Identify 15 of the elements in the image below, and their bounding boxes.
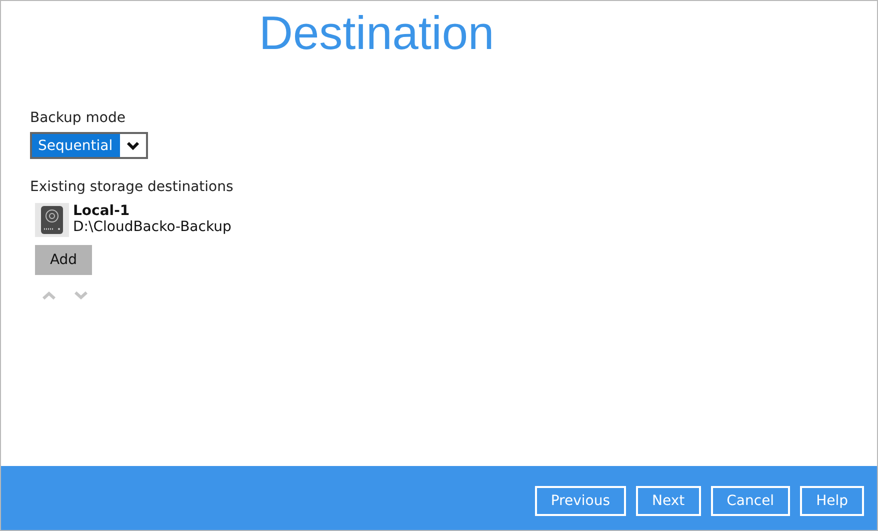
footer-button[interactable]: Next bbox=[636, 486, 701, 516]
field-label: Backup mode bbox=[30, 110, 126, 126]
hard-drive-icon bbox=[35, 203, 69, 237]
footer-button[interactable]: Previous bbox=[534, 486, 626, 516]
backup-mode-dropdown[interactable]: Sequential bbox=[30, 132, 148, 159]
destination-path: D:\CloudBacko-Backup bbox=[73, 219, 232, 235]
section-label: Existing storage destinations bbox=[30, 179, 234, 195]
page-title: Destination bbox=[259, 5, 494, 61]
chevron-down-icon bbox=[126, 140, 140, 150]
footer-button[interactable]: Help bbox=[800, 486, 864, 516]
destination-name: Local-1 bbox=[73, 203, 131, 219]
add-button[interactable]: Add bbox=[35, 245, 92, 275]
move-up-icon[interactable] bbox=[42, 291, 56, 300]
footer-button[interactable]: Cancel bbox=[710, 486, 790, 516]
move-down-icon[interactable] bbox=[74, 291, 88, 300]
